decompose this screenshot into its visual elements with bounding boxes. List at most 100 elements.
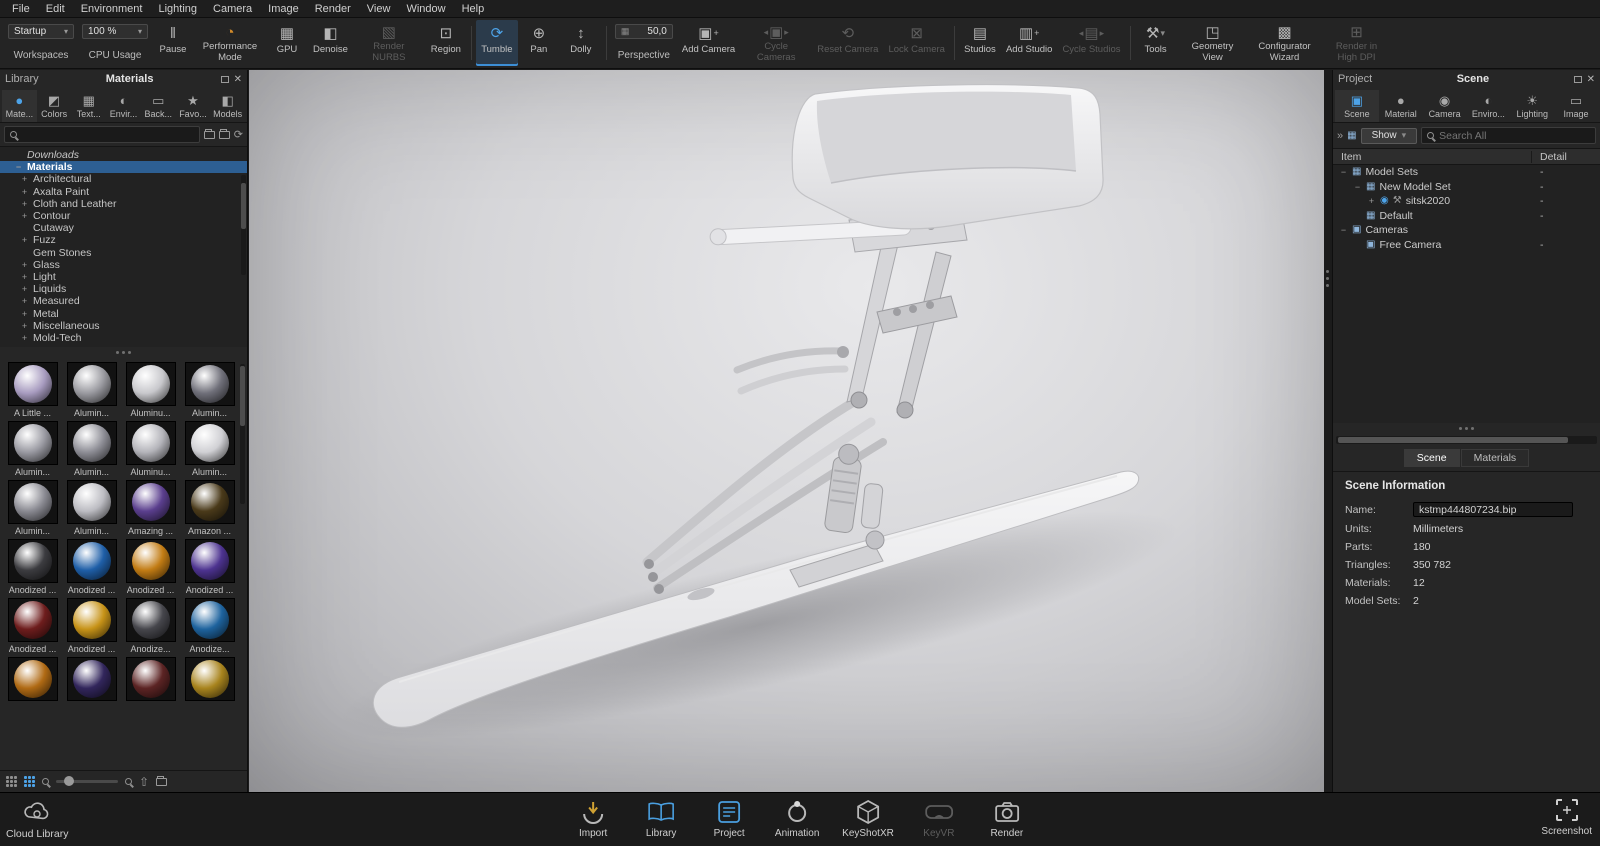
cpu-usage-select[interactable]: 100 % ▾ [82,24,148,39]
tree-item-fuzz[interactable]: + Fuzz [0,234,247,246]
import-library-icon[interactable] [156,778,167,786]
region-button[interactable]: ⊡ Region [425,20,467,66]
menu-render[interactable]: Render [307,1,359,17]
tree-item-architectural[interactable]: + Architectural [0,173,247,185]
bottom-tab-materials[interactable]: Materials [1461,449,1530,467]
keyshotxr-button[interactable]: KeyShotXR [838,796,898,841]
material-thumb[interactable]: Anodized ... [63,539,120,595]
collapse-all-icon[interactable]: » [1337,130,1343,142]
material-thumb[interactable]: Alumin... [181,362,238,418]
close-icon[interactable]: ✕ [1587,74,1595,85]
add-folder-icon[interactable] [204,131,215,139]
library-search-input[interactable] [22,129,194,141]
tree-row-new-model-set[interactable]: − ▦ New Model Set - [1333,180,1600,195]
import-folder-icon[interactable] [219,131,230,139]
project-button[interactable]: Project [702,796,756,841]
menu-file[interactable]: File [4,1,38,17]
material-thumb[interactable]: Alumin... [63,421,120,477]
material-thumb[interactable]: Anodized ... [4,539,61,595]
thumbnail-size-slider[interactable] [56,780,118,783]
horizontal-scrollbar[interactable] [1336,436,1597,444]
library-tab-models[interactable]: ◧ Models [210,90,245,122]
slider-knob[interactable] [64,776,74,786]
animation-button[interactable]: Animation [770,796,824,841]
workspace-select[interactable]: Startup ▾ [8,24,74,39]
menu-lighting[interactable]: Lighting [150,1,205,17]
library-button[interactable]: Library [634,796,688,841]
tree-scrollbar[interactable] [241,175,246,275]
tree-row-sitsk2020[interactable]: + ◉ ⚒ sitsk2020 - [1333,194,1600,209]
material-thumb[interactable]: Anodized ... [63,598,120,654]
project-tab-image[interactable]: ▭ Image [1554,90,1598,122]
render-high-dpi-button[interactable]: ⊞ Render in High DPI [1321,20,1393,66]
material-thumb[interactable]: Alumin... [63,362,120,418]
menu-view[interactable]: View [359,1,399,17]
geometry-view-button[interactable]: ◳ Geometry View [1177,20,1249,66]
project-tab-scene[interactable]: ▣ Scene [1335,90,1379,122]
scene-search-box[interactable] [1421,127,1596,144]
material-thumb[interactable] [122,657,179,703]
menu-help[interactable]: Help [454,1,493,17]
thumbnails-scrollbar[interactable] [240,364,245,504]
panel-splitter-handle[interactable] [1333,423,1600,434]
bottom-tab-scene[interactable]: Scene [1404,449,1460,467]
tree-item-cutaway[interactable]: Cutaway [0,222,247,234]
material-thumb[interactable]: Alumin... [4,421,61,477]
tree-item-metal[interactable]: + Metal [0,307,247,319]
tree-row-free-camera[interactable]: ▣ Free Camera - [1333,238,1600,253]
material-thumb[interactable] [4,657,61,703]
cycle-studios-button[interactable]: ◂▤▸ Cycle Studios [1057,20,1125,66]
cycle-cameras-button[interactable]: ◂▣▸ Cycle Cameras [740,20,812,66]
menu-environment[interactable]: Environment [73,1,151,17]
material-thumb[interactable]: Aluminu... [122,421,179,477]
tumble-button[interactable]: ⟳ Tumble [476,20,518,66]
menu-window[interactable]: Window [398,1,453,17]
close-icon[interactable]: ✕ [234,74,242,85]
tree-item-liquids[interactable]: + Liquids [0,283,247,295]
pan-button[interactable]: ⊕ Pan [518,20,560,66]
material-thumb[interactable]: Alumin... [181,421,238,477]
project-tab-camera[interactable]: ◉ Camera [1423,90,1467,122]
grid-view-icon[interactable] [24,776,35,787]
material-thumb[interactable]: Anodize... [122,598,179,654]
tree-item-glass[interactable]: + Glass [0,259,247,271]
tree-item-gem-stones[interactable]: Gem Stones [0,247,247,259]
material-thumb[interactable]: Alumin... [4,480,61,536]
library-tab-backplates[interactable]: ▭ Back... [141,90,176,122]
denoise-button[interactable]: ◧ Denoise [308,20,353,66]
scene-name-field[interactable]: kstmp444807234.bip [1413,502,1573,517]
undock-icon[interactable] [221,76,229,83]
refresh-icon[interactable]: ⟳ [234,128,243,141]
library-search-box[interactable] [4,126,200,143]
material-thumb[interactable]: A Little ... [4,362,61,418]
zoom-out-icon[interactable] [42,778,49,785]
project-tab-material[interactable]: ● Material [1379,90,1423,122]
studios-button[interactable]: ▤ Studios [959,20,1001,66]
tree-row-model-sets[interactable]: − ▦ Model Sets - [1333,165,1600,180]
tree-item-miscellaneous[interactable]: + Miscellaneous [0,320,247,332]
material-thumb[interactable]: Amazon ... [181,480,238,536]
import-button[interactable]: Import [566,796,620,841]
library-tab-environments[interactable]: ◐ Envir... [106,90,141,122]
render-button[interactable]: Render [980,796,1034,841]
panel-splitter-handle[interactable] [0,347,247,358]
tree-row-default[interactable]: ▦ Default - [1333,209,1600,224]
tree-item-axalta-paint[interactable]: + Axalta Paint [0,186,247,198]
undock-icon[interactable] [1574,76,1582,83]
scene-search-input[interactable] [1439,130,1590,142]
dolly-button[interactable]: ↕ Dolly [560,20,602,66]
project-tab-lighting[interactable]: ☀ Lighting [1510,90,1554,122]
cloud-library-button[interactable]: Cloud Library [6,797,68,840]
column-item[interactable]: Item [1333,151,1532,163]
lock-camera-button[interactable]: ⊠ Lock Camera [883,20,950,66]
add-studio-button[interactable]: ▥+ Add Studio [1001,20,1057,66]
material-thumb[interactable]: Anodized ... [181,539,238,595]
pause-button[interactable]: ‖ Pause [152,20,194,66]
screenshot-button[interactable]: Screenshot [1541,796,1592,837]
reset-camera-button[interactable]: ⟲ Reset Camera [812,20,883,66]
material-thumb[interactable]: Amazing ... [122,480,179,536]
performance-mode-button[interactable]: ◔ Performance Mode [194,20,266,66]
project-tab-environment[interactable]: ◐ Enviro... [1466,90,1510,122]
tree-row-cameras[interactable]: − ▣ Cameras [1333,223,1600,238]
keyvr-button[interactable]: KeyVR [912,796,966,841]
